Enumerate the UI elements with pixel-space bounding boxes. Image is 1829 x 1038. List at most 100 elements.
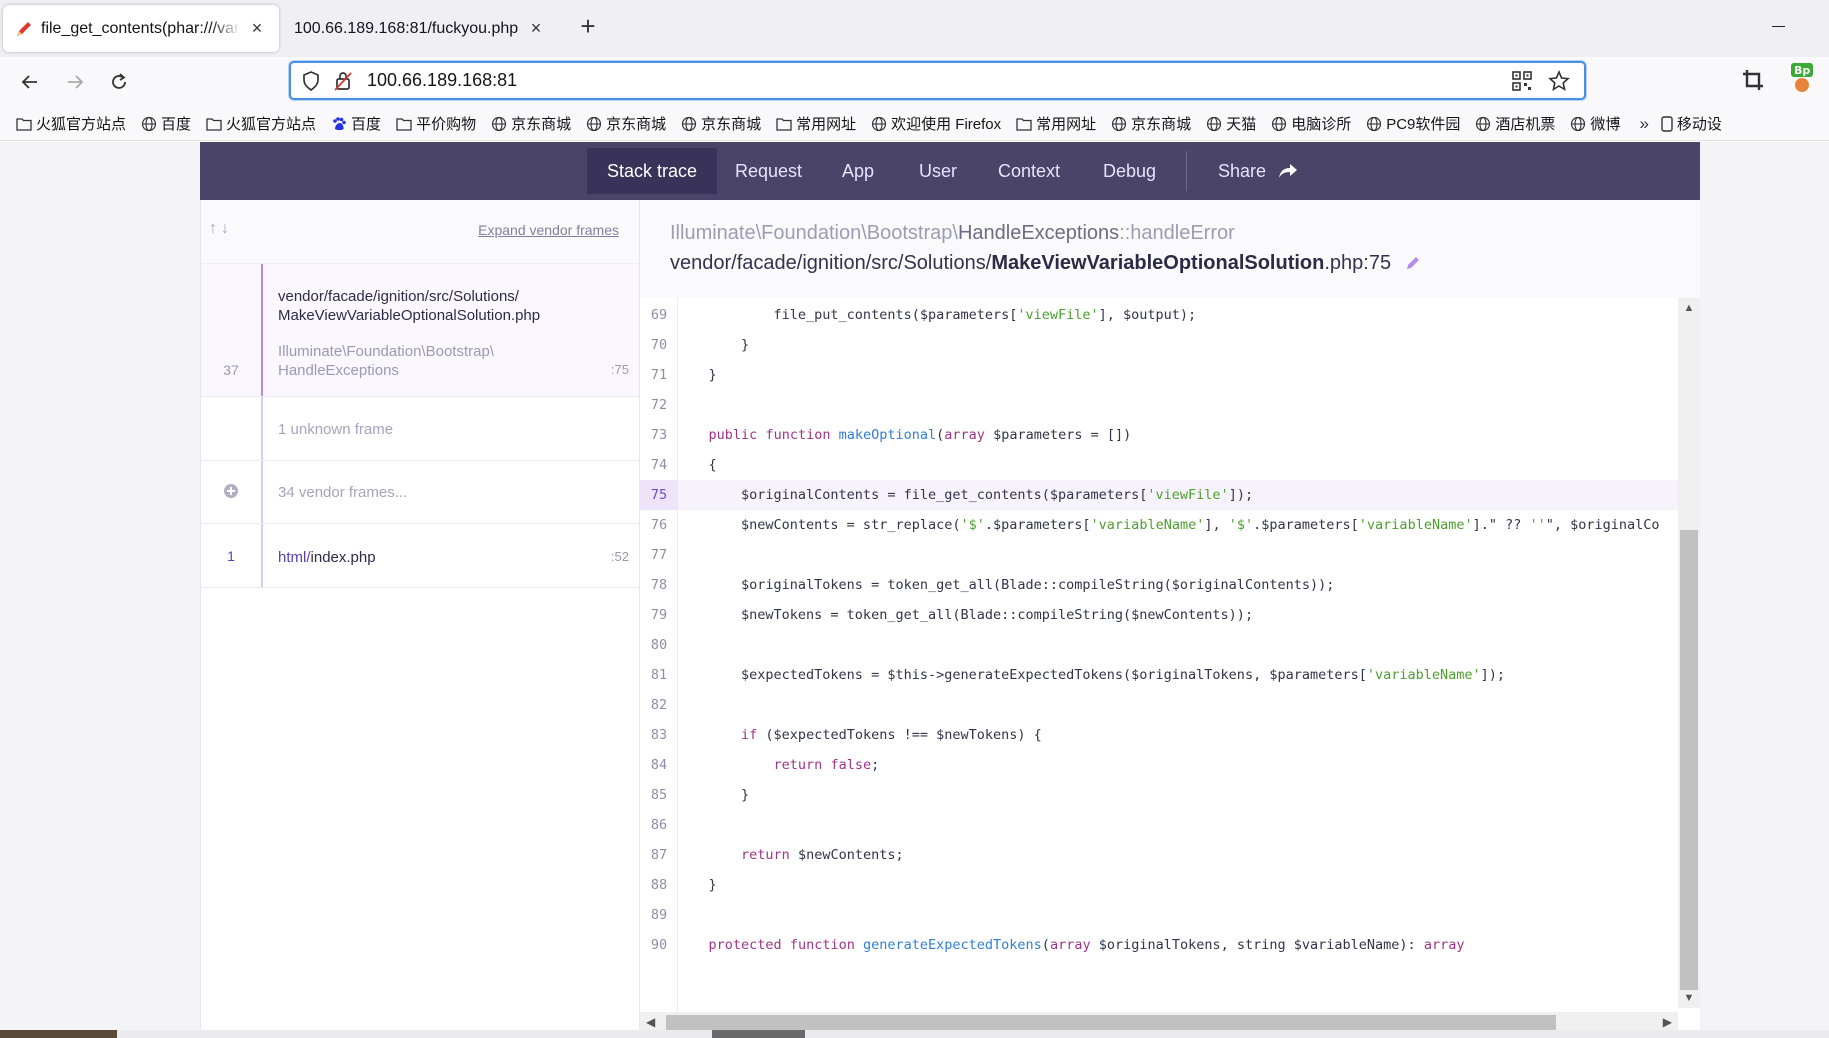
scroll-left-icon[interactable]: ◀: [646, 1015, 655, 1029]
bookmark-item[interactable]: 欢迎使用 Firefox: [871, 113, 1001, 134]
forward-button[interactable]: [60, 67, 90, 97]
bookmark-item[interactable]: 酒店机票: [1475, 113, 1555, 134]
scroll-up-icon[interactable]: ▲: [1683, 302, 1695, 314]
crop-extension-icon[interactable]: [1741, 68, 1765, 97]
line-source: }: [676, 787, 750, 803]
url-text[interactable]: 100.66.189.168:81: [367, 70, 517, 91]
line-source: {: [676, 457, 717, 473]
tab-title: 100.66.189.168:81/fuckyou.php: [294, 19, 519, 37]
line-number: 69: [650, 307, 668, 323]
window-minimize-button[interactable]: [1770, 14, 1788, 34]
bookmark-item[interactable]: PC9软件园: [1366, 113, 1460, 134]
bookmark-item[interactable]: 火狐官方站点: [16, 113, 126, 134]
bookmarks-toolbar: 火狐官方站点 百度 火狐官方站点 百度 平价购物 京东商城 京东商城 京东商城 常用网址 欢迎使用…: [0, 107, 1829, 141]
frame-file-dir: html/: [278, 549, 311, 566]
pencil-favicon-icon: [15, 20, 33, 38]
vertical-scrollbar[interactable]: ▲ ▼: [1678, 298, 1700, 1008]
error-panel: ↑↓ Expand vendor frames 37 vendor/facade…: [200, 200, 1700, 1038]
bookmark-item[interactable]: 百度: [331, 113, 381, 134]
frame-navigation-arrows-icon[interactable]: ↑↓: [209, 220, 233, 238]
bookmark-item[interactable]: 常用网址: [776, 113, 856, 134]
back-button[interactable]: [15, 67, 45, 97]
line-number: 73: [650, 427, 668, 443]
mobile-bookmarks-label: 移动设: [1676, 116, 1722, 133]
insecure-lock-icon[interactable]: [333, 70, 353, 97]
bookmark-item[interactable]: 京东商城: [491, 113, 571, 134]
code-line: 86: [640, 810, 1678, 840]
edit-pencil-icon[interactable]: [1405, 254, 1421, 277]
tracking-shield-icon[interactable]: [301, 70, 321, 97]
bookmark-label: 微博: [1590, 116, 1621, 133]
share-arrow-icon: [1279, 164, 1298, 178]
expand-plus-icon[interactable]: [201, 483, 261, 502]
scroll-right-icon[interactable]: ▶: [1663, 1015, 1672, 1029]
frames-header: ↑↓ Expand vendor frames: [201, 200, 639, 264]
bookmark-item[interactable]: 电脑诊所: [1271, 113, 1351, 134]
bookmark-label: 电脑诊所: [1291, 116, 1352, 133]
tab-stack-trace[interactable]: Stack trace: [587, 148, 718, 194]
vendor-frames-label: 34 vendor frames...: [278, 484, 408, 501]
code-line: 79 $newTokens = token_get_all(Blade::com…: [640, 600, 1678, 630]
tab-close-icon[interactable]: ×: [526, 18, 546, 39]
frame-indicator: [261, 264, 263, 396]
new-tab-button[interactable]: +: [576, 12, 600, 42]
bookmark-item[interactable]: 微博: [1570, 113, 1620, 134]
tab-strip: file_get_contents(phar:///var/www/html ×…: [0, 0, 1829, 57]
line-number: 79: [650, 607, 668, 623]
globe-icon: [1366, 116, 1386, 132]
code-line: 76 $newContents = str_replace('$'.$param…: [640, 510, 1678, 540]
file-dir: vendor/facade/ignition/src/Solutions/: [670, 252, 992, 274]
line-number: 71: [650, 367, 668, 383]
bookmark-item[interactable]: 京东商城: [586, 113, 666, 134]
burp-proxy-extension-icon[interactable]: Bp: [1789, 63, 1815, 98]
tab-app[interactable]: App: [822, 148, 894, 194]
folder-icon: [396, 117, 416, 131]
bookmark-item[interactable]: 平价购物: [396, 113, 476, 134]
bookmark-item[interactable]: 百度: [141, 113, 191, 134]
unknown-frame[interactable]: 1 unknown frame: [201, 397, 639, 461]
browser-tab[interactable]: 100.66.189.168:81/fuckyou.php ×: [282, 5, 558, 52]
line-source: if ($expectedTokens !== $newTokens) {: [741, 727, 1042, 743]
tab-context[interactable]: Context: [978, 148, 1080, 194]
back-arrow-icon: [21, 75, 37, 89]
expand-vendor-frames-link[interactable]: Expand vendor frames: [478, 222, 619, 238]
bookmark-item[interactable]: 常用网址: [1016, 113, 1096, 134]
vendor-frames-group[interactable]: 34 vendor frames...: [201, 461, 639, 524]
class-name: HandleExceptions: [957, 222, 1120, 244]
bookmark-item[interactable]: 京东商城: [1111, 113, 1191, 134]
tab-close-icon[interactable]: ×: [247, 18, 267, 39]
tab-debug[interactable]: Debug: [1083, 148, 1176, 194]
scrollbar-thumb[interactable]: [666, 1015, 1556, 1031]
mobile-bookmarks-folder[interactable]: 移动设: [1661, 113, 1722, 134]
reload-button[interactable]: [104, 67, 134, 97]
address-bar[interactable]: 100.66.189.168:81: [289, 61, 1586, 100]
bookmark-item[interactable]: 火狐官方站点: [206, 113, 316, 134]
frame-line: :52: [610, 549, 629, 564]
browser-tab-active[interactable]: file_get_contents(phar:///var/www/html ×: [3, 5, 279, 52]
bookmark-item[interactable]: 天猫: [1206, 113, 1256, 134]
qr-code-icon[interactable]: [1512, 71, 1532, 96]
reload-icon: [112, 73, 126, 89]
line-source: }: [676, 877, 717, 893]
bookmark-star-icon[interactable]: [1548, 69, 1570, 97]
bookmark-label: 平价购物: [416, 116, 477, 133]
globe-icon: [491, 116, 511, 132]
scrollbar-thumb[interactable]: [1680, 530, 1698, 990]
bookmark-label: 京东商城: [1131, 116, 1192, 133]
bookmark-item[interactable]: 京东商城: [681, 113, 761, 134]
more-bookmarks-chevron-icon[interactable]: »: [1639, 114, 1648, 134]
stack-frame[interactable]: 1 html/index.php :52: [201, 524, 639, 588]
bookmark-label: 百度: [351, 116, 382, 133]
code-line: 88 }: [640, 870, 1678, 900]
code-snippet: 69 file_put_contents($parameters['viewFi…: [640, 298, 1700, 1018]
scroll-down-icon[interactable]: ▼: [1683, 992, 1695, 1004]
tab-user[interactable]: User: [899, 148, 977, 194]
tab-request[interactable]: Request: [715, 148, 822, 194]
bookmark-label: 火狐官方站点: [36, 116, 127, 133]
folder-icon: [206, 117, 226, 131]
share-button[interactable]: Share: [1198, 148, 1318, 194]
globe-icon: [1570, 116, 1590, 132]
page-content: Stack trace Request App User Context Deb…: [0, 142, 1829, 1038]
line-number: 75: [640, 480, 678, 510]
stack-frame-selected[interactable]: 37 vendor/facade/ignition/src/Solutions/…: [201, 264, 639, 397]
